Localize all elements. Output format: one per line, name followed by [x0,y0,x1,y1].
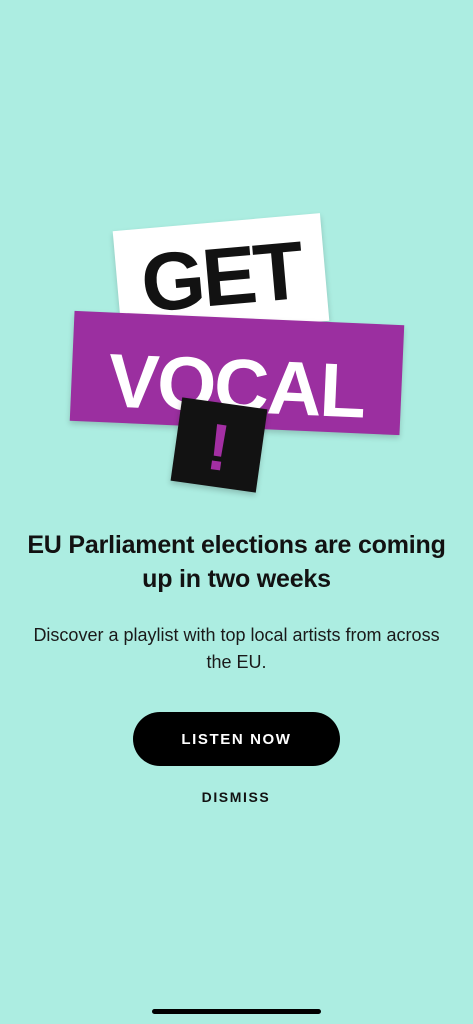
exclamation-sticker-text: ! [202,408,235,486]
listen-now-button[interactable]: LISTEN NOW [133,712,340,766]
promo-screen: GET VOCAL ! EU Parliament elections are … [0,0,473,1024]
dismiss-button[interactable]: DISMISS [166,784,306,810]
promo-headline: EU Parliament elections are coming up in… [27,531,446,593]
get-sticker-text: GET [137,225,305,330]
promo-description: Discover a playlist with top local artis… [33,625,440,672]
home-indicator[interactable] [152,1009,321,1014]
exclamation-sticker: ! [170,397,268,493]
